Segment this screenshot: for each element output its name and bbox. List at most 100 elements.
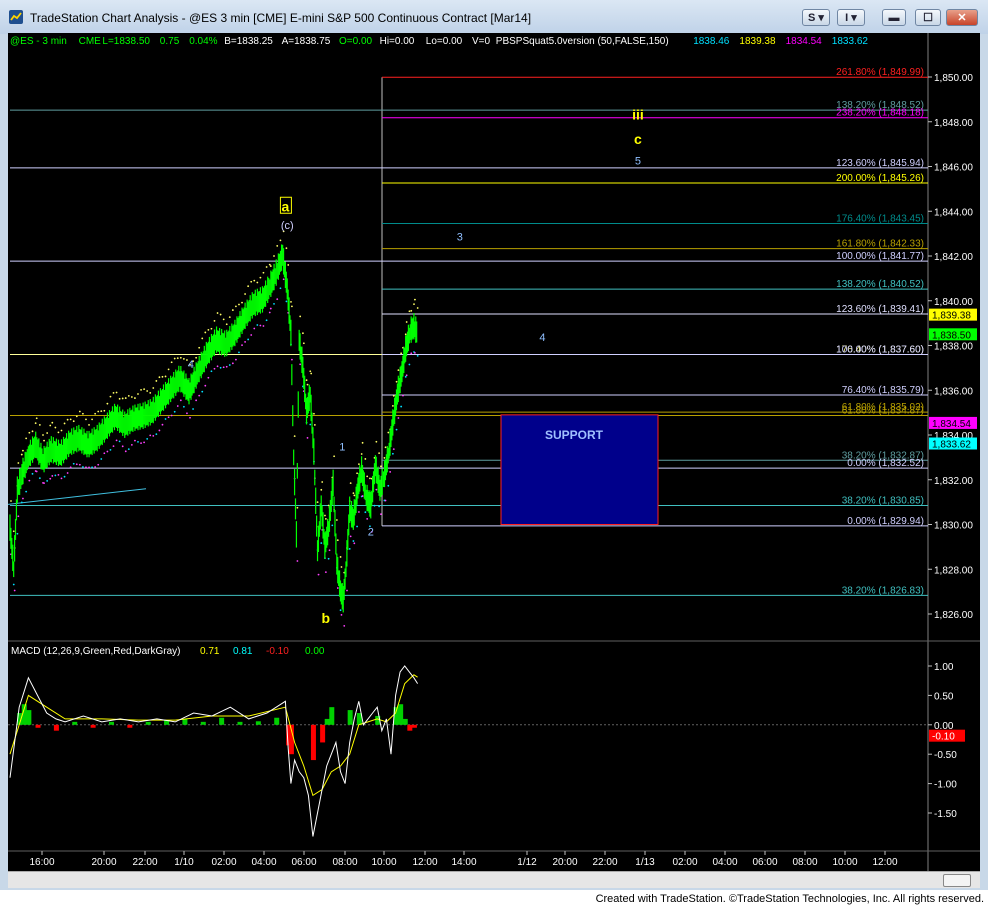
indicator-dot	[173, 410, 176, 413]
indicator-dot	[94, 466, 97, 468]
indicator-dot	[253, 279, 256, 282]
indicator-dot	[176, 357, 179, 360]
horizontal-scrollbar[interactable]	[8, 871, 980, 888]
indicator-dot	[235, 305, 237, 308]
price-axis-label: 1,844.00	[934, 207, 973, 218]
indicator-dot	[391, 405, 394, 407]
status-field: @ES - 3 min	[10, 36, 67, 47]
wave-label: 3	[457, 231, 463, 243]
macd-histogram-bar	[310, 724, 316, 761]
wave-label: 4	[539, 332, 545, 344]
indicator-dot	[155, 380, 158, 382]
indicator-dot	[361, 495, 364, 497]
time-axis-label: 20:00	[552, 857, 577, 868]
indicator-dot	[161, 423, 164, 426]
macd-histogram-bar	[219, 717, 225, 725]
indicator-dot	[404, 375, 407, 378]
indicator-dot	[121, 445, 124, 448]
indicator-dot	[238, 303, 240, 306]
indicator-dot	[241, 344, 243, 347]
status-field: O=0.00	[339, 36, 373, 47]
indicator-dot	[25, 490, 28, 493]
close-button[interactable]: ✕	[946, 9, 978, 26]
indicator-dot	[360, 453, 363, 455]
indicator-dot	[143, 388, 146, 391]
indicator-dot	[97, 463, 100, 466]
indicator-dot	[167, 416, 170, 419]
price-axis-label: 1,850.00	[934, 73, 973, 84]
indicator-dot	[392, 394, 395, 397]
indicator-dot	[395, 380, 398, 383]
fib-level-label: 0.00% (1,829.94)	[847, 516, 924, 527]
indicator-dot	[302, 332, 304, 335]
macd-histogram-bar	[237, 721, 243, 725]
macd-label: MACD (12,26,9,Green,Red,DarkGray)	[11, 646, 181, 657]
indicator-dot	[405, 374, 408, 377]
indicator-dot	[207, 328, 210, 331]
indicator-dot	[231, 309, 234, 311]
time-axis-label: 06:00	[291, 857, 316, 868]
scrollbar-thumb[interactable]	[943, 874, 971, 887]
indicator-dot	[320, 488, 323, 491]
indicator-dot	[285, 300, 288, 303]
price-chart[interactable]: @ES - 3 min CME L=1838.50 0.75 0.04% B=1838.2…	[8, 33, 980, 871]
indicator-dot	[259, 276, 262, 279]
macd-histogram-bar	[324, 718, 330, 725]
indicator-dot	[82, 466, 84, 468]
indicator-dot	[170, 361, 173, 364]
indicator-dot	[361, 441, 364, 444]
indicator-dot	[54, 426, 57, 429]
indicator-dot	[195, 399, 198, 402]
indicator-dot	[380, 465, 382, 468]
indicator-dot	[405, 321, 408, 323]
macd-histogram-bar	[200, 721, 206, 725]
chart-area[interactable]: @ES - 3 min CME L=1838.50 0.75 0.04% B=1838.2…	[8, 33, 980, 871]
macd-value: 0.71	[200, 646, 220, 657]
status-field: 1834.54	[786, 36, 823, 47]
indicator-dot	[75, 463, 78, 466]
indicator-dot	[328, 549, 331, 552]
macd-histogram-bar	[35, 724, 41, 728]
indicator-dot	[259, 324, 262, 327]
indicator-dot	[331, 524, 334, 527]
indicator-dot	[250, 280, 253, 283]
status-field: 1833.62	[832, 36, 869, 47]
indicator-dot	[124, 397, 127, 399]
minimize-button[interactable]: ▬	[882, 9, 906, 26]
indicator-dot	[356, 472, 358, 475]
price-axis-label: 1,832.00	[934, 476, 973, 487]
indicator-dot	[238, 351, 240, 354]
status-field: L=1838.50	[102, 36, 150, 47]
price-marker-label: 1,839.38	[932, 311, 971, 322]
indicator-dot	[340, 566, 343, 568]
macd-histogram-bar	[145, 721, 151, 725]
price-marker-label: 1,838.50	[932, 330, 971, 341]
indicator-dot	[140, 442, 142, 445]
indicator-dot	[414, 351, 416, 354]
time-axis-label: 10:00	[371, 857, 396, 868]
indicator-dot	[299, 315, 302, 318]
indicator-dot	[60, 429, 63, 432]
indicator-dot	[35, 417, 38, 420]
indicator-dot	[34, 422, 37, 425]
indicator-dot	[349, 482, 352, 485]
indicator-dot	[282, 278, 285, 281]
wave-label: 5	[635, 155, 641, 167]
indicator-dot	[219, 366, 222, 369]
maximize-button[interactable]: ☐	[915, 9, 941, 26]
title-bar[interactable]: TradeStation Chart Analysis - @ES 3 min …	[0, 0, 988, 34]
indicator-dot	[356, 525, 358, 528]
i-menu-button[interactable]: I ▾	[837, 9, 865, 26]
indicator-dot	[306, 437, 309, 439]
indicator-dot	[137, 440, 139, 443]
indicator-dot	[43, 482, 45, 485]
indicator-dot	[380, 513, 382, 516]
macd-signal-line	[9, 674, 418, 797]
i-menu-label: I	[845, 12, 849, 24]
fib-level-label: 38.20% (1,830.85)	[842, 495, 924, 506]
s-menu-button[interactable]: S ▾	[802, 9, 830, 26]
status-field: Hi=0.00	[380, 36, 415, 47]
indicator-dot	[290, 300, 292, 303]
indicator-dot	[179, 356, 182, 359]
wave-label: a	[282, 198, 290, 214]
